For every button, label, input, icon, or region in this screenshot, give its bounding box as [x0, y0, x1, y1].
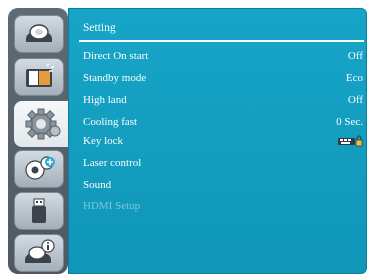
menu-row-sound[interactable]: Sound: [83, 175, 363, 195]
row-label: High land: [83, 94, 127, 106]
sidebar-item-setting[interactable]: [14, 101, 74, 147]
usb-icon: [24, 196, 54, 226]
row-label: Direct On start: [83, 50, 149, 62]
setting-gear-icon: [24, 107, 64, 141]
picture-icon: [22, 21, 56, 47]
row-label: Standby mode: [83, 72, 147, 84]
menu-row-high-land[interactable]: High land Off: [83, 90, 363, 110]
info-icon: [21, 238, 57, 268]
row-value: Off: [347, 50, 363, 62]
screen-icon: [22, 63, 56, 91]
row-label: HDMI Setup: [83, 200, 141, 212]
menu-row-direct-on-start[interactable]: Direct On start Off: [83, 46, 363, 66]
sidebar-item-info[interactable]: [14, 234, 64, 272]
keylock-icon: [337, 135, 363, 147]
osd-menu-window: Setting Direct On start Off Standby mode…: [2, 2, 367, 276]
menu-row-hdmi-setup: HDMI Setup: [83, 196, 363, 216]
title-divider: [79, 40, 364, 42]
panel-title: Setting: [83, 22, 116, 34]
menu-row-laser-control[interactable]: Laser control: [83, 153, 363, 173]
expand-gear-icon: [21, 154, 57, 184]
row-value: Off: [347, 94, 363, 106]
setting-panel: Setting Direct On start Off Standby mode…: [68, 8, 367, 274]
sidebar-item-picture[interactable]: [14, 15, 64, 53]
menu-row-key-lock[interactable]: Key lock: [83, 131, 363, 151]
row-value: Eco: [345, 72, 363, 84]
row-label: Sound: [83, 179, 112, 191]
menu-row-standby-mode[interactable]: Standby mode Eco: [83, 68, 363, 88]
row-value: 0 Sec.: [336, 116, 363, 128]
menu-row-cooling-fast[interactable]: Cooling fast 0 Sec.: [83, 112, 363, 132]
sidebar-item-screen[interactable]: [14, 58, 64, 96]
row-label: Key lock: [83, 135, 124, 147]
row-label: Laser control: [83, 157, 142, 169]
row-label: Cooling fast: [83, 116, 138, 128]
sidebar-item-usb[interactable]: [14, 192, 64, 230]
sidebar-item-expand[interactable]: [14, 150, 64, 188]
menu-sidebar: [8, 8, 74, 274]
